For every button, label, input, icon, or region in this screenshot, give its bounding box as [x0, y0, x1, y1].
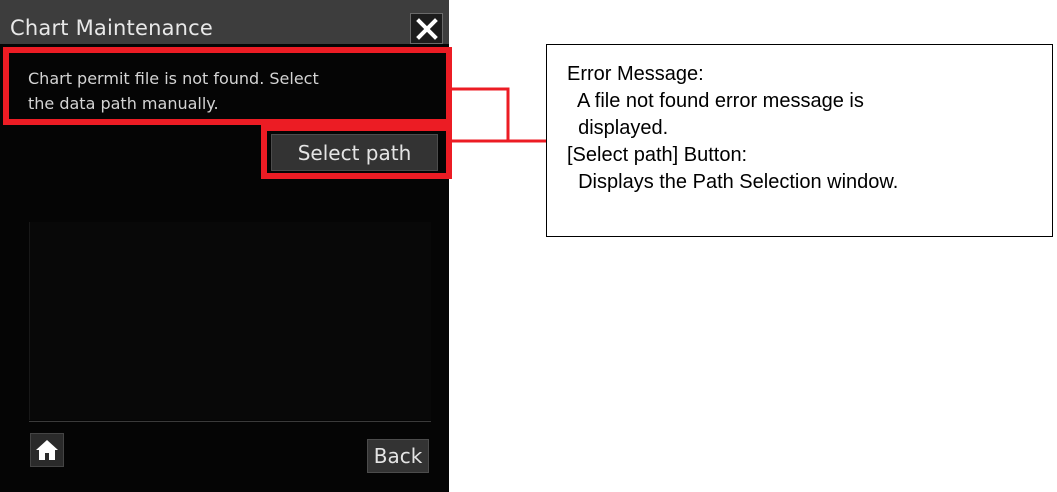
- callout-line: A file not found error message is: [567, 90, 864, 112]
- callout-line: Displays the Path Selection window.: [567, 171, 899, 193]
- callout-box: Error Message: A file not found error me…: [546, 44, 1053, 237]
- callout-line: [Select path] Button:: [567, 144, 748, 166]
- home-icon: [36, 440, 58, 460]
- back-button[interactable]: Back: [367, 439, 429, 473]
- home-button[interactable]: [30, 433, 64, 467]
- callout-line: Error Message:: [567, 63, 704, 85]
- divider: [29, 421, 431, 422]
- content-area: [29, 222, 431, 420]
- callout-line: displayed.: [567, 117, 669, 139]
- callout-connector: [452, 87, 546, 143]
